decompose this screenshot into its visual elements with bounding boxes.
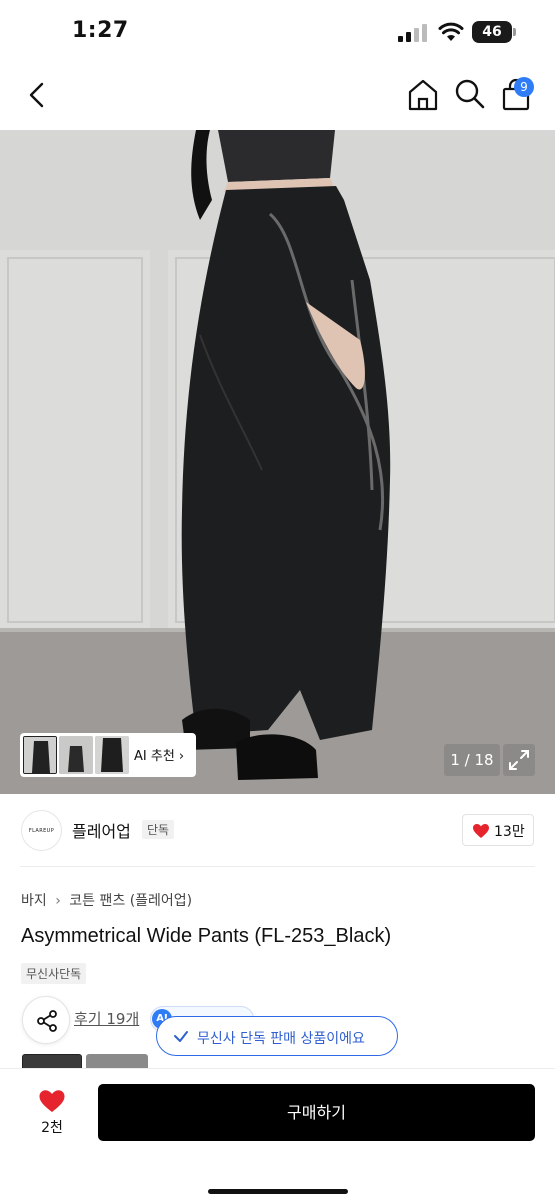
chevron-right-icon: ›: [178, 749, 185, 764]
brand-logo[interactable]: FLAREUP: [21, 810, 62, 851]
brand-like-button[interactable]: 13만: [462, 814, 534, 846]
top-nav: 9: [0, 62, 555, 130]
back-arrow-icon[interactable]: [20, 78, 54, 112]
heart-icon[interactable]: [38, 1089, 66, 1113]
review-count-link[interactable]: 후기 19개: [74, 1008, 139, 1029]
product-image-gallery[interactable]: AI 추천 › 1 / 18: [0, 130, 555, 794]
breadcrumb-child[interactable]: 코튼 팬츠 (플레어업): [69, 893, 192, 909]
thumbnail-strip[interactable]: AI 추천 ›: [20, 733, 196, 777]
wifi-icon: [438, 22, 464, 41]
status-time: 1:27: [72, 18, 129, 43]
heart-icon: [473, 824, 489, 838]
image-counter: 1 / 18: [444, 744, 500, 776]
brand-name[interactable]: 플레어업: [72, 818, 131, 842]
toast-exclusive: 무신사 단독 판매 상품이에요: [156, 1016, 398, 1056]
home-icon[interactable]: [404, 76, 442, 114]
search-icon[interactable]: [452, 76, 488, 112]
bottom-action-bar: 2천 구매하기: [0, 1068, 555, 1200]
brand-like-count: 13만: [494, 824, 525, 840]
cart-count-badge: 9: [514, 77, 534, 97]
option-thumbnail-1[interactable]: [22, 1054, 82, 1068]
share-icon: [37, 1010, 57, 1032]
toast-message: 무신사 단독 판매 상품이에요: [197, 1031, 365, 1047]
product-photo: [0, 130, 555, 794]
breadcrumb-parent[interactable]: 바지: [21, 893, 47, 909]
brand-exclusive-tag: 단독: [142, 820, 175, 839]
home-indicator: [208, 1189, 348, 1194]
thumbnail-3[interactable]: [95, 736, 129, 774]
thumbnail-1[interactable]: [23, 736, 57, 774]
ai-recommend-label[interactable]: AI 추천 ›: [134, 745, 184, 764]
share-button[interactable]: [22, 996, 70, 1044]
breadcrumb: 바지 › 코튼 팬츠 (플레어업): [21, 890, 192, 910]
battery-indicator: 46: [472, 21, 516, 43]
thumbnail-2[interactable]: [59, 736, 93, 774]
favorite-count: 2천: [41, 1120, 63, 1136]
exclusive-tag: 무신사단독: [21, 963, 87, 984]
chevron-right-icon: ›: [55, 893, 61, 909]
expand-button[interactable]: [503, 744, 535, 776]
option-thumbnail-2[interactable]: [86, 1054, 148, 1068]
buy-button[interactable]: 구매하기: [98, 1084, 535, 1141]
check-icon: [174, 1031, 188, 1042]
product-title: Asymmetrical Wide Pants (FL-253_Black): [21, 925, 392, 947]
status-bar: 1:27 46: [0, 0, 555, 62]
expand-icon: [509, 750, 529, 770]
cellular-signal-icon: [398, 24, 427, 42]
section-divider: [20, 866, 535, 867]
